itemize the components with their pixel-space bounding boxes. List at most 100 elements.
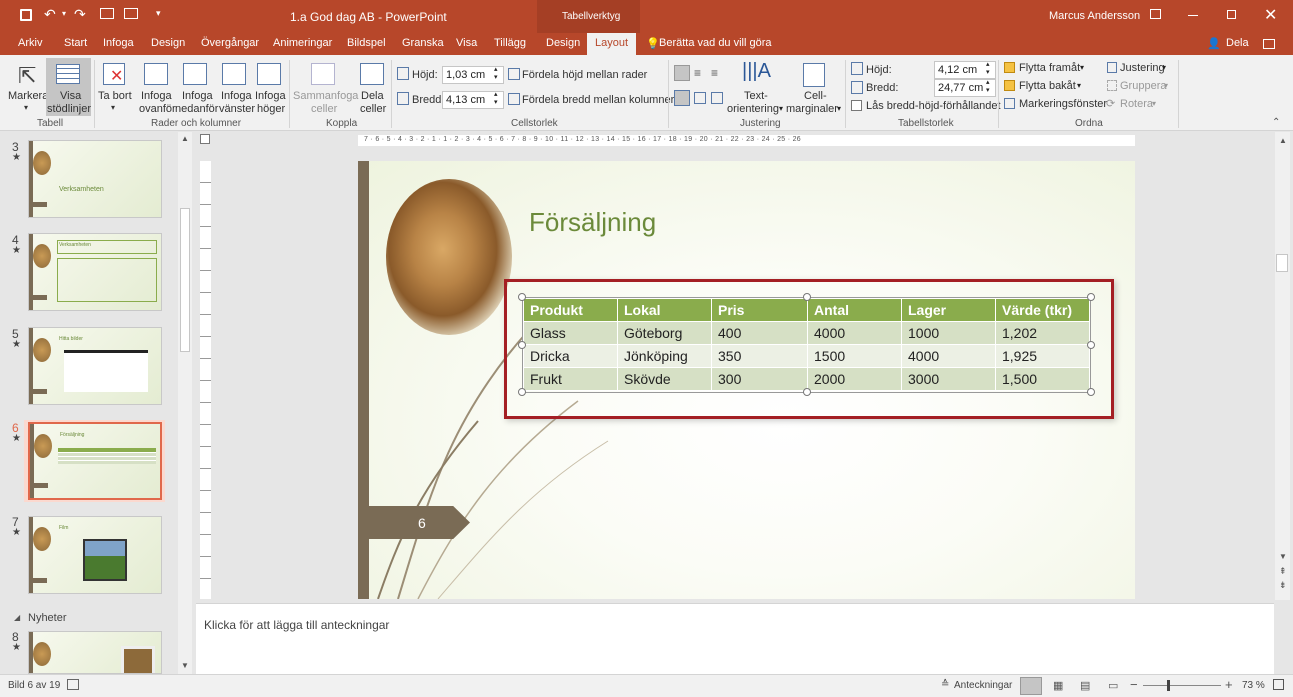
justering-button[interactable]: Justering xyxy=(1120,62,1165,74)
table-cell[interactable]: 1,500 xyxy=(995,367,1090,391)
editor-scroll-thumb[interactable] xyxy=(1276,254,1288,272)
table-cell[interactable]: 3000 xyxy=(901,367,996,391)
align-right-icon[interactable]: ≡ xyxy=(711,66,718,80)
restore-icon[interactable] xyxy=(1227,10,1236,19)
editor-scroll-up-icon[interactable]: ▲ xyxy=(1279,136,1287,145)
share-button[interactable]: Dela xyxy=(1226,37,1249,49)
save-icon[interactable] xyxy=(20,9,32,21)
user-name[interactable]: Marcus Andersson xyxy=(1049,10,1140,22)
sales-table-frame[interactable]: Produkt Lokal Pris Antal Lager Värde (tk… xyxy=(522,297,1091,393)
zoom-out-icon[interactable]: − xyxy=(1130,677,1138,692)
zoom-slider-thumb[interactable] xyxy=(1167,680,1170,691)
cell-width-spinner-icon[interactable]: ▴ ▾ xyxy=(494,91,498,107)
ta-bort-dropdown-icon[interactable]: ▾ xyxy=(111,103,115,112)
table-cell[interactable]: Göteborg xyxy=(617,321,712,345)
resize-handle-bottom-right[interactable] xyxy=(1087,388,1095,396)
table-cell[interactable]: 1,925 xyxy=(995,344,1090,368)
fordela-hojd-button[interactable]: Fördela höjd mellan rader xyxy=(522,69,647,81)
redo-icon[interactable]: ↷ xyxy=(74,6,86,23)
customize-qat-icon[interactable]: ▾ xyxy=(156,8,161,19)
infoga-ovanfor-button[interactable]: Infoga xyxy=(141,90,172,102)
align-left-icon[interactable] xyxy=(674,65,690,81)
table-cell[interactable]: 4000 xyxy=(807,321,902,345)
thumbnails-scroll-thumb[interactable] xyxy=(180,208,190,352)
infoga-nedanfor-button[interactable]: Infoga xyxy=(182,90,213,102)
rotera-button[interactable]: Rotera xyxy=(1120,98,1153,110)
reading-view-icon[interactable]: ▤ xyxy=(1080,679,1090,692)
lock-aspect-checkbox[interactable] xyxy=(851,100,862,111)
fit-to-window-icon[interactable] xyxy=(1273,679,1284,690)
next-slide-icon[interactable]: ⇟ xyxy=(1279,580,1287,591)
flytta-bak-dropdown-icon[interactable]: ▾ xyxy=(1077,81,1081,90)
table-cell[interactable]: Frukt xyxy=(523,367,618,391)
tell-me-search[interactable]: Berätta vad du vill göra xyxy=(659,37,772,49)
slide-thumbnail-3[interactable]: Verksamheten xyxy=(28,140,162,218)
table-cell[interactable]: 1,202 xyxy=(995,321,1090,345)
table-cell[interactable]: 300 xyxy=(711,367,808,391)
cellmarginaler-dropdown-icon[interactable]: ▾ xyxy=(837,104,841,113)
tab-start[interactable]: Start xyxy=(64,37,87,49)
presentation-icon[interactable] xyxy=(100,8,114,19)
resize-handle-bottom-left[interactable] xyxy=(518,388,526,396)
table-cell[interactable]: Jönköping xyxy=(617,344,712,368)
markeringsfonster-button[interactable]: Markeringsfönster xyxy=(1019,98,1107,110)
infoga-vanster-button[interactable]: Infoga xyxy=(221,90,252,102)
slide-canvas[interactable]: 6 Försäljning Produkt Lokal Pris Antal L… xyxy=(358,161,1135,599)
align-middle-icon[interactable] xyxy=(694,92,706,104)
tab-table-design[interactable]: Design xyxy=(546,37,580,49)
editor-scrollbar[interactable] xyxy=(1275,132,1290,600)
notes-placeholder[interactable]: Klicka för att lägga till anteckningar xyxy=(204,618,389,632)
zoom-level[interactable]: 73 % xyxy=(1242,680,1265,691)
tab-bildspel[interactable]: Bildspel xyxy=(347,37,386,49)
tab-animeringar[interactable]: Animeringar xyxy=(273,37,332,49)
table-cell[interactable]: Dricka xyxy=(523,344,618,368)
header-cell[interactable]: Pris xyxy=(711,298,808,322)
resize-handle-top-left[interactable] xyxy=(518,293,526,301)
tab-granska[interactable]: Granska xyxy=(402,37,444,49)
close-icon[interactable]: ✕ xyxy=(1264,5,1277,25)
slide-thumbnail-6[interactable]: Försäljning xyxy=(28,422,162,500)
notes-pane[interactable]: Klicka för att lägga till anteckningar xyxy=(196,603,1274,674)
slide-thumbnail-4[interactable]: Verksamheten xyxy=(28,233,162,311)
collapse-ribbon-icon[interactable]: ⌃ xyxy=(1272,117,1280,128)
align-center-icon[interactable]: ≡ xyxy=(694,66,701,80)
table-cell[interactable]: 1000 xyxy=(901,321,996,345)
tab-tillagg[interactable]: Tillägg xyxy=(494,37,526,49)
cell-height-spinner-icon[interactable]: ▴ ▾ xyxy=(494,66,498,82)
undo-dropdown-icon[interactable]: ▾ xyxy=(62,9,66,18)
flytta-fram-dropdown-icon[interactable]: ▾ xyxy=(1080,63,1084,72)
tab-layout[interactable]: Layout xyxy=(587,33,637,55)
ribbon-display-icon[interactable] xyxy=(1150,9,1161,19)
notes-toggle-button[interactable]: Anteckningar xyxy=(954,680,1012,691)
tab-design[interactable]: Design xyxy=(151,37,185,49)
table-cell[interactable]: Glass xyxy=(523,321,618,345)
header-cell[interactable]: Värde (tkr) xyxy=(995,298,1090,322)
slide-thumbnail-5[interactable]: Hitta bilder xyxy=(28,327,162,405)
slide-thumbnail-7[interactable]: Film xyxy=(28,516,162,594)
markera-dropdown-icon[interactable]: ▾ xyxy=(24,103,28,112)
layout-icon[interactable] xyxy=(124,8,138,19)
section-label[interactable]: Nyheter xyxy=(28,612,67,624)
sales-table[interactable]: Produkt Lokal Pris Antal Lager Värde (tk… xyxy=(523,298,1090,391)
markera-button[interactable]: Markera xyxy=(8,90,48,102)
header-cell[interactable]: Produkt xyxy=(523,298,618,322)
table-cell[interactable]: 350 xyxy=(711,344,808,368)
infoga-hoger-button[interactable]: Infoga xyxy=(255,90,286,102)
table-cell[interactable]: Skövde xyxy=(617,367,712,391)
tab-overgangar[interactable]: Övergångar xyxy=(201,37,259,49)
align-bottom-icon[interactable] xyxy=(711,92,723,104)
table-height-spinner-icon[interactable]: ▴ ▾ xyxy=(986,61,990,77)
gruppera-button[interactable]: Gruppera xyxy=(1120,80,1166,92)
rotera-dropdown-icon[interactable]: ▾ xyxy=(1152,99,1156,108)
header-cell[interactable]: Antal xyxy=(807,298,902,322)
header-cell[interactable]: Lager xyxy=(901,298,996,322)
normal-view-icon[interactable] xyxy=(1020,677,1042,695)
table-cell[interactable]: 1500 xyxy=(807,344,902,368)
sammanfoga-button[interactable]: Sammanfoga xyxy=(293,90,358,102)
resize-handle-right[interactable] xyxy=(1087,341,1095,349)
table-cell[interactable]: 4000 xyxy=(901,344,996,368)
resize-handle-top-right[interactable] xyxy=(1087,293,1095,301)
resize-handle-left[interactable] xyxy=(518,341,526,349)
editor-scroll-down-icon[interactable]: ▼ xyxy=(1279,552,1287,561)
slide-title[interactable]: Försäljning xyxy=(529,207,656,238)
